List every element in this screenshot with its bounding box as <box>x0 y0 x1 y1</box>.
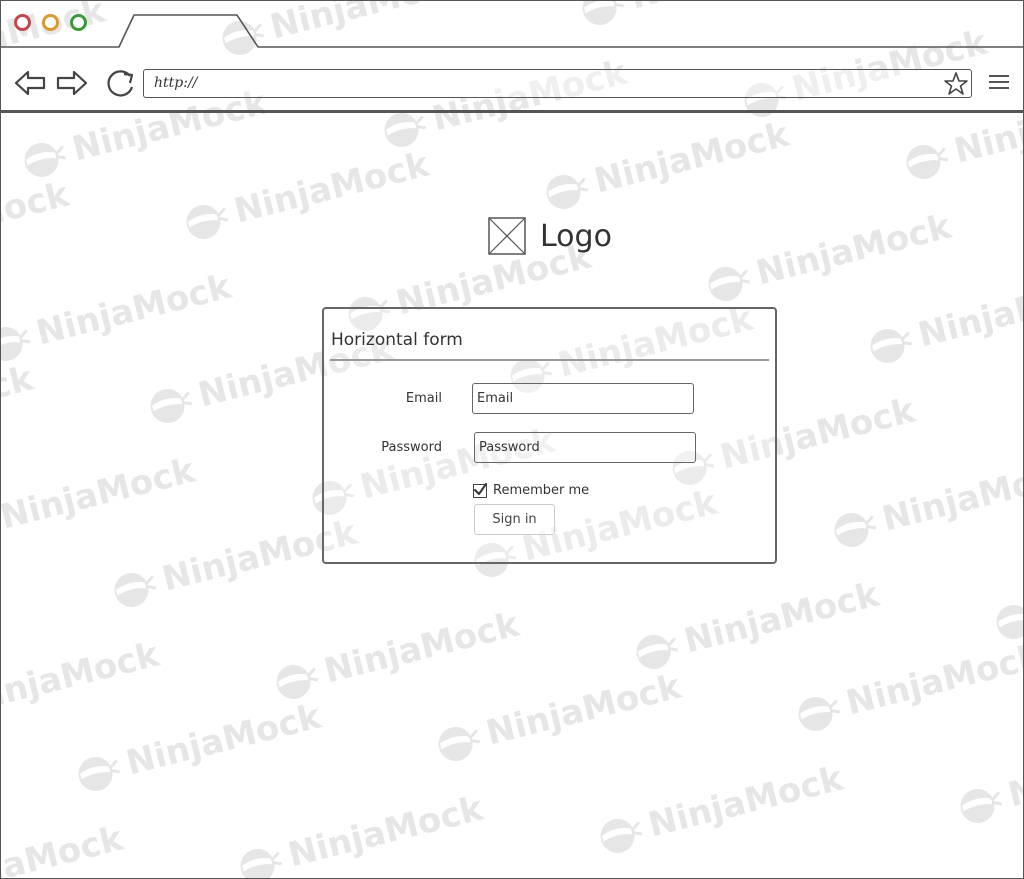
checkmark-icon <box>474 482 487 495</box>
browser-window: NinjaMock NinjaMock NinjaMock NinjaMock Ninj… <box>0 0 1024 879</box>
forward-button[interactable] <box>55 69 89 100</box>
reload-icon <box>107 70 134 97</box>
password-label: Password <box>381 440 442 455</box>
watermark-text: NinjaMock <box>680 574 883 662</box>
browser-menu-button[interactable] <box>989 75 1009 91</box>
back-arrow-icon <box>14 70 46 96</box>
watermark-text: NinjaMock <box>752 206 955 294</box>
image-placeholder-icon <box>488 217 526 255</box>
horizontal-form-panel: Horizontal form Email Password Remember … <box>322 307 777 564</box>
password-field[interactable] <box>474 432 696 463</box>
watermark-text: NinjaMock <box>1 634 163 722</box>
address-bar[interactable] <box>143 69 972 98</box>
watermark: NinjaMock <box>66 697 325 798</box>
remember-me-checkbox[interactable] <box>473 482 487 498</box>
watermark-text: NinjaMock <box>1 450 199 538</box>
forward-arrow-icon <box>56 70 88 96</box>
email-field[interactable] <box>472 383 694 414</box>
url-input[interactable] <box>154 75 934 91</box>
watermark-text: NinjaMock <box>1 358 37 446</box>
watermark: NinjaMock <box>1 267 235 368</box>
watermark-text: NinjaMock <box>122 696 325 784</box>
watermark-text: NinjaMock <box>1 818 127 879</box>
reload-button[interactable] <box>104 67 138 104</box>
star-icon <box>944 72 968 95</box>
watermark: NinjaMock <box>948 728 1024 830</box>
watermark: NinjaMock <box>786 636 1024 738</box>
watermark: NinjaMock <box>1 175 73 276</box>
watermark: NinjaMock <box>1020 361 1023 462</box>
watermark-text: NinjaMock <box>32 266 235 354</box>
watermark: NinjaMock <box>588 759 847 860</box>
watermark: NinjaMock <box>696 207 955 308</box>
watermark-text: NinjaMock <box>1 174 73 262</box>
watermark: NinjaMock <box>984 545 1023 646</box>
watermark-text: NinjaMock <box>482 666 685 754</box>
watermark: NinjaMock <box>858 268 1024 370</box>
watermark-text: NinjaMock <box>1004 728 1024 816</box>
watermark-text: NinjaMock <box>320 604 523 692</box>
logo: Logo <box>488 217 612 255</box>
email-label: Email <box>405 391 442 406</box>
watermark-text: NinjaMock <box>230 144 433 232</box>
watermark-text: NinjaMock <box>644 758 847 846</box>
bookmark-button[interactable] <box>943 71 969 97</box>
watermark-text: NinjaMock <box>878 452 1024 540</box>
active-tab[interactable] <box>1 1 1024 48</box>
watermark: NinjaMock <box>822 452 1024 554</box>
watermark: NinjaMock <box>174 145 433 246</box>
hamburger-line <box>989 87 1009 89</box>
panel-title: Horizontal form <box>331 330 463 350</box>
watermark: NinjaMock <box>1 451 199 552</box>
panel-divider <box>330 359 769 361</box>
watermark-text: NinjaMock <box>590 114 793 202</box>
watermark: NinjaMock <box>426 667 685 768</box>
tab-bar <box>1 1 1024 48</box>
sign-in-button[interactable]: Sign in <box>474 504 555 535</box>
toolbar-divider <box>1 110 1023 113</box>
watermark-text: NinjaMock <box>284 788 487 876</box>
hamburger-line <box>989 81 1009 83</box>
browser-toolbar <box>1 48 1023 112</box>
watermark-text: NinjaMock <box>914 268 1024 356</box>
watermark: NinjaMock <box>1 635 163 736</box>
watermark: NinjaMock <box>624 575 883 676</box>
watermark: NinjaMock <box>1 359 37 460</box>
watermark-text: NinjaMock <box>842 636 1024 724</box>
watermark: NinjaMock <box>1 818 127 879</box>
watermark: NinjaMock <box>534 115 793 216</box>
watermark: NinjaMock <box>228 788 487 878</box>
remember-me-label: Remember me <box>493 483 590 498</box>
back-button[interactable] <box>13 69 47 100</box>
hamburger-menu-icon <box>989 75 1009 77</box>
remember-me-control[interactable]: Remember me <box>473 482 590 498</box>
watermark: NinjaMock <box>264 605 523 706</box>
logo-text: Logo <box>540 218 612 254</box>
